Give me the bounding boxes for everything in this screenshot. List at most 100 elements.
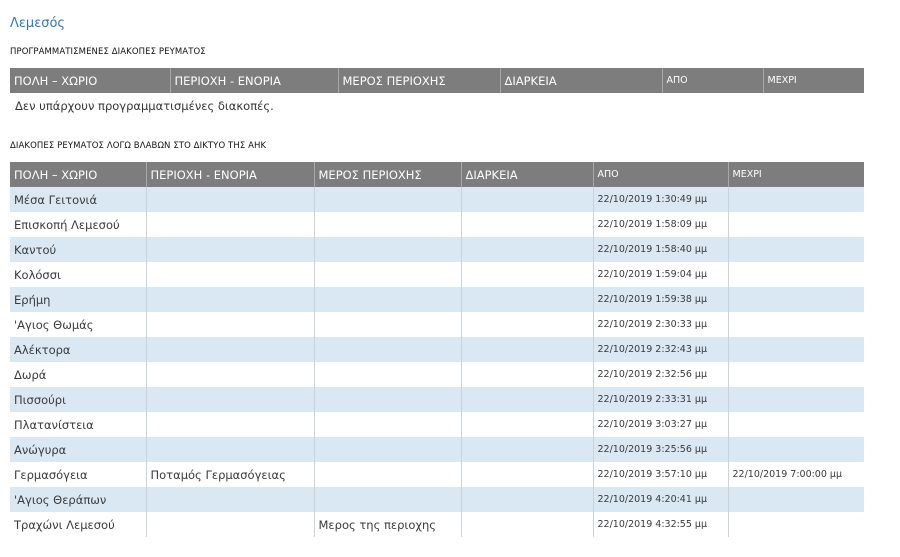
cell-city: 'Αγιος Θωμάς <box>10 312 147 337</box>
cell-from: 22/10/2019 1:59:04 μμ <box>593 262 729 287</box>
cell-area <box>146 387 315 412</box>
cell-duration <box>461 187 594 212</box>
cell-area <box>146 237 315 262</box>
cell-part <box>314 487 462 512</box>
cell-to <box>728 212 864 237</box>
cell-city: Πισσούρι <box>10 387 147 412</box>
col-header-duration: ΔΙΑΡΚΕΙΑ <box>461 162 594 187</box>
cell-part <box>314 412 462 437</box>
cell-to <box>728 362 864 387</box>
cell-to <box>728 487 864 512</box>
col-header-area: ΠΕΡΙΟΧΗ - ΕΝΟΡΙΑ <box>170 68 339 93</box>
cell-city: Τραχώνι Λεμεσού <box>10 512 147 537</box>
table-row: Δωρά 22/10/2019 2:32:56 μμ <box>10 362 864 387</box>
cell-duration <box>461 287 594 312</box>
cell-to <box>728 287 864 312</box>
cell-part <box>314 337 462 362</box>
col-header-city: ΠΟΛΗ – ΧΩΡΙΟ <box>10 162 147 187</box>
col-header-from: ΑΠΟ <box>662 68 764 93</box>
table-row: Αλέκτορα 22/10/2019 2:32:43 μμ <box>10 337 864 362</box>
cell-to <box>728 187 864 212</box>
cell-to <box>728 437 864 462</box>
cell-duration <box>461 462 594 487</box>
cell-area: Ποταμός Γερμασόγειας <box>146 462 315 487</box>
cell-from: 22/10/2019 1:59:38 μμ <box>593 287 729 312</box>
table-row: Κολόσσι 22/10/2019 1:59:04 μμ <box>10 262 864 287</box>
table-row: Καντού 22/10/2019 1:58:40 μμ <box>10 237 864 262</box>
table-row: Ερήμη 22/10/2019 1:59:38 μμ <box>10 287 864 312</box>
cell-from: 22/10/2019 2:33:31 μμ <box>593 387 729 412</box>
cell-duration <box>461 237 594 262</box>
cell-city: Μέσα Γειτονιά <box>10 187 147 212</box>
region-title-link[interactable]: Λεμεσός <box>10 16 65 31</box>
planned-outages-heading: ΠΡΟΓΡΑΜΜΑΤΙΣΜΕΝΕΣ ΔΙΑΚΟΠΕΣ ΡΕΥΜΑΤΟΣ <box>10 47 206 57</box>
cell-city: 'Αγιος Θεράπων <box>10 487 147 512</box>
col-header-to: ΜΕΧΡΙ <box>763 68 864 93</box>
table-row: Πλατανίστεια 22/10/2019 3:03:27 μμ <box>10 412 864 437</box>
cell-city: Πλατανίστεια <box>10 412 147 437</box>
cell-duration <box>461 212 594 237</box>
cell-duration <box>461 312 594 337</box>
cell-area <box>146 312 315 337</box>
cell-from: 22/10/2019 3:57:10 μμ <box>593 462 729 487</box>
cell-part <box>314 212 462 237</box>
table-row: Τραχώνι Λεμεσού Μερος της περιοχης 22/10/2… <box>10 512 864 537</box>
col-header-to: ΜΕΧΡΙ <box>728 162 864 187</box>
cell-city: Κολόσσι <box>10 262 147 287</box>
cell-from: 22/10/2019 1:58:40 μμ <box>593 237 729 262</box>
cell-from: 22/10/2019 1:58:09 μμ <box>593 212 729 237</box>
cell-part <box>314 287 462 312</box>
table-row: Μέσα Γειτονιά 22/10/2019 1:30:49 μμ <box>10 187 864 212</box>
cell-from: 22/10/2019 2:32:56 μμ <box>593 362 729 387</box>
cell-duration <box>461 412 594 437</box>
cell-area <box>146 437 315 462</box>
fault-outages-heading: ΔΙΑΚΟΠΕΣ ΡΕΥΜΑΤΟΣ ΛΟΓΩ ΒΛΑΒΩΝ ΣΤΟ ΔΙΚΤΥΟ… <box>10 141 267 151</box>
cell-area <box>146 412 315 437</box>
cell-city: Καντού <box>10 237 147 262</box>
col-header-from: ΑΠΟ <box>593 162 729 187</box>
cell-part <box>314 362 462 387</box>
cell-city: Αλέκτορα <box>10 337 147 362</box>
cell-city: Ανώγυρα <box>10 437 147 462</box>
cell-from: 22/10/2019 1:30:49 μμ <box>593 187 729 212</box>
cell-city: Δωρά <box>10 362 147 387</box>
cell-city: Ερήμη <box>10 287 147 312</box>
cell-area <box>146 287 315 312</box>
cell-to <box>728 312 864 337</box>
cell-part <box>314 437 462 462</box>
cell-area <box>146 262 315 287</box>
cell-to <box>728 237 864 262</box>
table-row: Γερμασόγεια Ποταμός Γερμασόγειας 22/10/201… <box>10 462 864 487</box>
cell-part <box>314 387 462 412</box>
fault-table-body: Μέσα Γειτονιά 22/10/2019 1:30:49 μμ Επισκο… <box>10 187 864 537</box>
cell-part <box>314 187 462 212</box>
table-row: Πισσούρι 22/10/2019 2:33:31 μμ <box>10 387 864 412</box>
fault-outages-table: ΠΟΛΗ – ΧΩΡΙΟ ΠΕΡΙΟΧΗ - ΕΝΟΡΙΑ ΜΕΡΟΣ ΠΕΡΙ… <box>10 162 864 537</box>
fault-header-row: ΠΟΛΗ – ΧΩΡΙΟ ΠΕΡΙΟΧΗ - ΕΝΟΡΙΑ ΜΕΡΟΣ ΠΕΡΙ… <box>10 162 864 187</box>
cell-part <box>314 262 462 287</box>
planned-outages-table: ΠΟΛΗ – ΧΩΡΙΟ ΠΕΡΙΟΧΗ - ΕΝΟΡΙΑ ΜΕΡΟΣ ΠΕΡΙ… <box>10 68 864 93</box>
planned-header-row: ΠΟΛΗ – ΧΩΡΙΟ ΠΕΡΙΟΧΗ - ΕΝΟΡΙΑ ΜΕΡΟΣ ΠΕΡΙ… <box>10 68 864 93</box>
table-row: 'Αγιος Θεράπων 22/10/2019 4:20:41 μμ <box>10 487 864 512</box>
cell-part: Μερος της περιοχης <box>314 512 462 537</box>
cell-from: 22/10/2019 3:25:56 μμ <box>593 437 729 462</box>
cell-duration <box>461 387 594 412</box>
col-header-area: ΠΕΡΙΟΧΗ - ΕΝΟΡΙΑ <box>146 162 315 187</box>
cell-duration <box>461 337 594 362</box>
cell-area <box>146 187 315 212</box>
cell-to <box>728 412 864 437</box>
cell-to: 22/10/2019 7:00:00 μμ <box>728 462 864 487</box>
cell-from: 22/10/2019 2:30:33 μμ <box>593 312 729 337</box>
cell-from: 22/10/2019 4:20:41 μμ <box>593 487 729 512</box>
col-header-duration: ΔΙΑΡΚΕΙΑ <box>500 68 663 93</box>
table-row: 'Αγιος Θωμάς 22/10/2019 2:30:33 μμ <box>10 312 864 337</box>
cell-area <box>146 512 315 537</box>
cell-from: 22/10/2019 3:03:27 μμ <box>593 412 729 437</box>
table-row: Ανώγυρα 22/10/2019 3:25:56 μμ <box>10 437 864 462</box>
cell-duration <box>461 512 594 537</box>
cell-city: Γερμασόγεια <box>10 462 147 487</box>
cell-duration <box>461 262 594 287</box>
cell-to <box>728 387 864 412</box>
cell-part <box>314 312 462 337</box>
planned-empty-message: Δεν υπάρχουν προγραμματισμένες διακοπές. <box>15 99 274 113</box>
